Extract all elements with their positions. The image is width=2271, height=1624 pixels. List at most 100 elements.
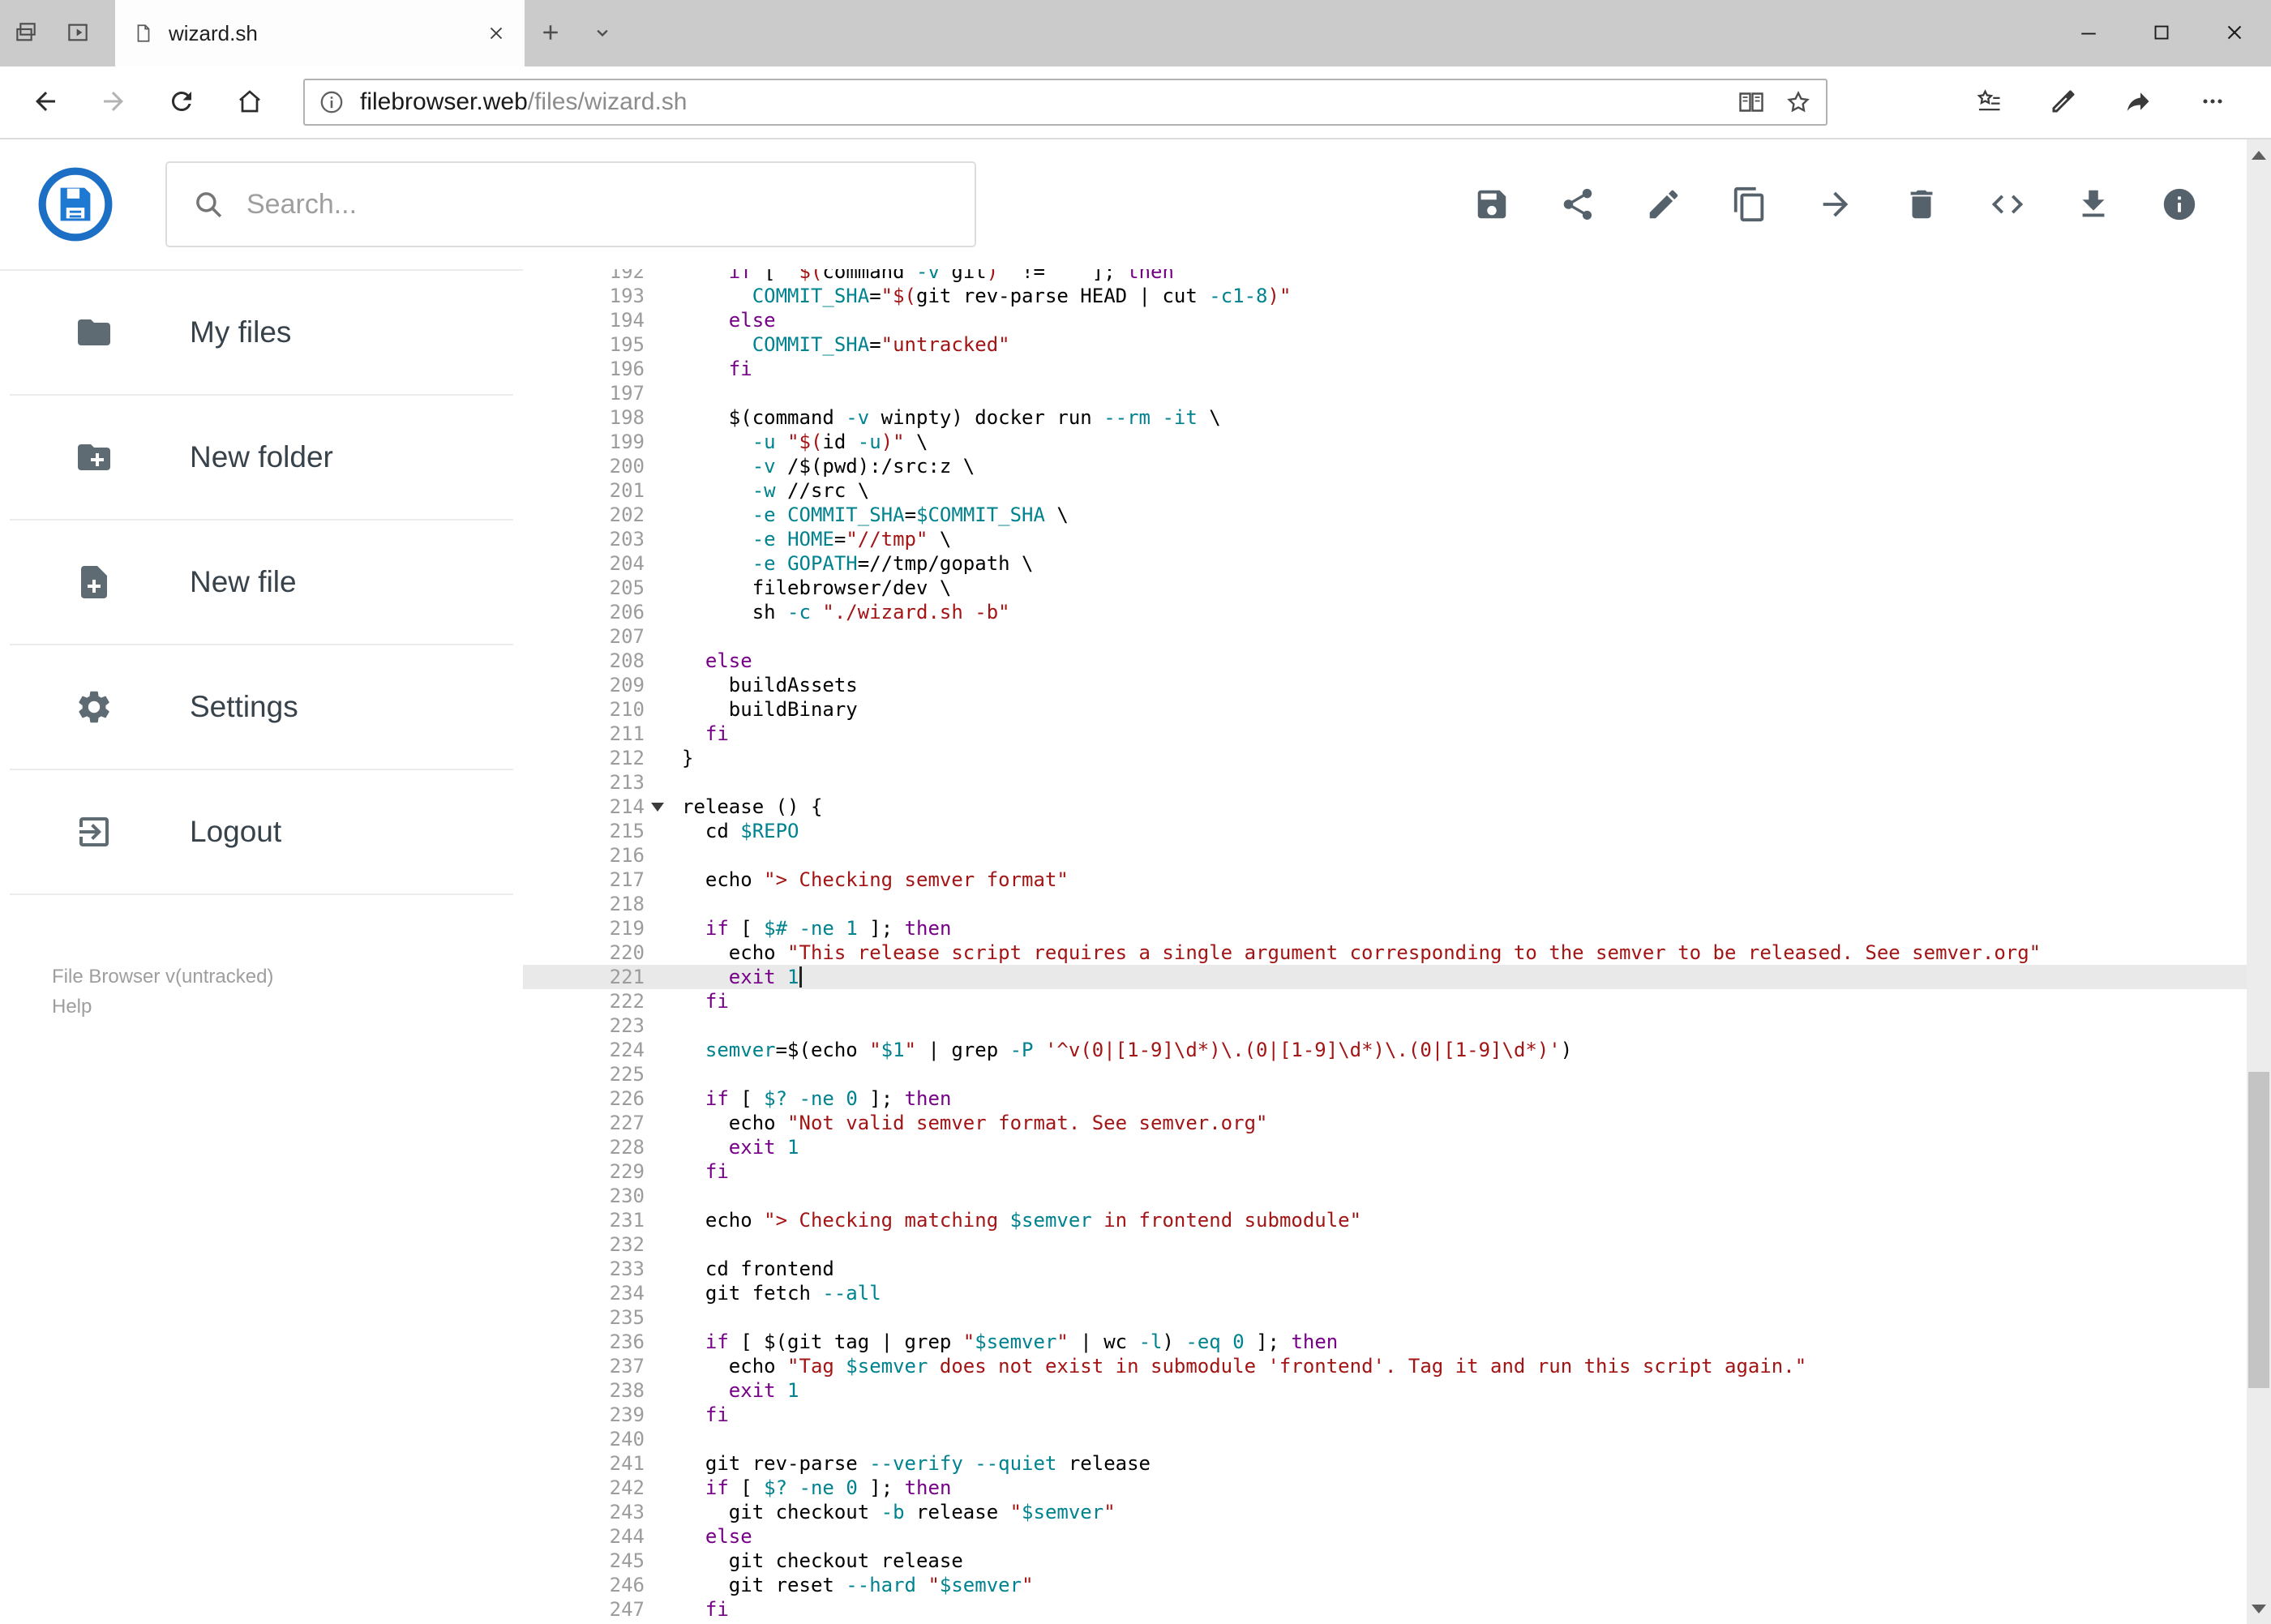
code-line-232[interactable]: 232 [523,1232,2271,1257]
code-line-202[interactable]: 202 -e COMMIT_SHA=$COMMIT_SHA \ [523,503,2271,527]
code-line-223[interactable]: 223 [523,1013,2271,1038]
code-line-221[interactable]: 221 exit 1 [523,965,2271,989]
code-line-224[interactable]: 224 semver=$(echo "$1" | grep -P '^v(0|[… [523,1038,2271,1062]
code-line-227[interactable]: 227 echo "Not valid semver format. See s… [523,1111,2271,1135]
code-line-235[interactable]: 235 [523,1305,2271,1330]
code-line-243[interactable]: 243 git checkout -b release "$semver" [523,1500,2271,1524]
code-line-245[interactable]: 245 git checkout release [523,1549,2271,1573]
code-line-214[interactable]: 214 release () { [523,795,2271,819]
code-line-204[interactable]: 204 -e GOPATH=//tmp/gopath \ [523,551,2271,576]
code-line-212[interactable]: 212} [523,746,2271,770]
code-line-237[interactable]: 237 echo "Tag $semver does not exist in … [523,1354,2271,1378]
fold-marker-icon[interactable] [645,795,671,819]
code-line-196[interactable]: 196 fi [523,357,2271,381]
copy-button[interactable] [1731,186,1768,223]
help-link[interactable]: Help [52,992,523,1022]
more-options-button[interactable] [2175,72,2250,132]
save-button[interactable] [1473,186,1510,223]
code-line-234[interactable]: 234 git fetch --all [523,1281,2271,1305]
code-line-225[interactable]: 225 [523,1062,2271,1086]
code-line-218[interactable]: 218 [523,892,2271,916]
search-input[interactable] [246,188,950,221]
sidebar-item-logout[interactable]: Logout [10,770,513,895]
code-line-199[interactable]: 199 -u "$(id -u)" \ [523,430,2271,454]
code-line-213[interactable]: 213 [523,770,2271,795]
sidebar-item-settings[interactable]: Settings [10,645,513,770]
code-line-205[interactable]: 205 filebrowser/dev \ [523,576,2271,600]
code-line-210[interactable]: 210 buildBinary [523,697,2271,722]
code-line-226[interactable]: 226 if [ $? -ne 0 ]; then [523,1086,2271,1111]
maximize-button[interactable] [2125,0,2198,66]
code-line-209[interactable]: 209 buildAssets [523,673,2271,697]
url-box[interactable]: filebrowser.web/files/wizard.sh [303,79,1828,126]
code-line-222[interactable]: 222 fi [523,989,2271,1013]
sidebar-item-new-folder[interactable]: New folder [10,396,513,521]
code-line-231[interactable]: 231 echo "> Checking matching $semver in… [523,1208,2271,1232]
refresh-button[interactable] [148,72,216,132]
code-line-217[interactable]: 217 echo "> Checking semver format" [523,868,2271,892]
code-line-200[interactable]: 200 -v /$(pwd):/src:z \ [523,454,2271,478]
tab-list-dropdown-button[interactable] [576,0,628,66]
sidebar-item-my-files[interactable]: My files [10,271,513,396]
delete-button[interactable] [1903,186,1940,223]
code-line-239[interactable]: 239 fi [523,1403,2271,1427]
browser-tab-wizard[interactable]: wizard.sh [115,0,525,66]
code-line-195[interactable]: 195 COMMIT_SHA="untracked" [523,332,2271,357]
code-line-228[interactable]: 228 exit 1 [523,1135,2271,1159]
vertical-scrollbar[interactable] [2247,139,2271,1624]
filebrowser-logo[interactable] [36,165,115,244]
code-line-233[interactable]: 233 cd frontend [523,1257,2271,1281]
code-line-240[interactable]: 240 [523,1427,2271,1451]
raw-view-button[interactable] [1989,186,2026,223]
code-line-198[interactable]: 198 $(command -v winpty) docker run --rm… [523,405,2271,430]
move-button[interactable] [1817,186,1854,223]
code-editor[interactable]: 192 if [ "$(command -v git)" != "" ]; th… [523,269,2271,1624]
code-line-197[interactable]: 197 [523,381,2271,405]
download-button[interactable] [2075,186,2112,223]
code-line-230[interactable]: 230 [523,1184,2271,1208]
tab-preview-button[interactable] [0,0,52,66]
scroll-down-button[interactable] [2247,1593,2271,1624]
code-line-203[interactable]: 203 -e HOME="//tmp" \ [523,527,2271,551]
minimize-button[interactable] [2052,0,2125,66]
code-line-236[interactable]: 236 if [ $(git tag | grep "$semver" | wc… [523,1330,2271,1354]
share-button[interactable] [1559,186,1596,223]
code-line-229[interactable]: 229 fi [523,1159,2271,1184]
scrollbar-thumb[interactable] [2248,1072,2269,1388]
code-line-219[interactable]: 219 if [ $# -ne 1 ]; then [523,916,2271,941]
rename-button[interactable] [1645,186,1682,223]
info-button[interactable] [2161,186,2198,223]
set-tabs-aside-button[interactable] [52,0,104,66]
site-info-icon[interactable] [318,88,345,116]
code-line-192[interactable]: 192 if [ "$(command -v git)" != "" ]; th… [523,269,2271,284]
code-line-194[interactable]: 194 else [523,308,2271,332]
code-line-193[interactable]: 193 COMMIT_SHA="$(git rev-parse HEAD | c… [523,284,2271,308]
sidebar-item-new-file[interactable]: New file [10,521,513,645]
tab-close-icon[interactable] [486,23,507,44]
back-button[interactable] [11,72,79,132]
scroll-up-button[interactable] [2247,139,2271,170]
code-line-244[interactable]: 244 else [523,1524,2271,1549]
web-note-button[interactable] [2026,72,2101,132]
close-window-button[interactable] [2198,0,2271,66]
code-line-238[interactable]: 238 exit 1 [523,1378,2271,1403]
favorite-star-icon[interactable] [1784,88,1813,117]
forward-button[interactable] [79,72,148,132]
code-line-206[interactable]: 206 sh -c "./wizard.sh -b" [523,600,2271,624]
code-line-247[interactable]: 247 fi [523,1597,2271,1622]
search-box[interactable] [165,161,976,247]
reading-view-icon[interactable] [1737,88,1766,117]
share-page-button[interactable] [2101,72,2175,132]
code-line-241[interactable]: 241 git rev-parse --verify --quiet relea… [523,1451,2271,1476]
code-line-207[interactable]: 207 [523,624,2271,649]
home-button[interactable] [216,72,284,132]
code-line-242[interactable]: 242 if [ $? -ne 0 ]; then [523,1476,2271,1500]
new-tab-button[interactable] [525,0,576,66]
code-line-220[interactable]: 220 echo "This release script requires a… [523,941,2271,965]
code-line-215[interactable]: 215 cd $REPO [523,819,2271,843]
code-line-208[interactable]: 208 else [523,649,2271,673]
code-line-201[interactable]: 201 -w //src \ [523,478,2271,503]
hub-button[interactable] [1952,72,2026,132]
code-line-246[interactable]: 246 git reset --hard "$semver" [523,1573,2271,1597]
code-line-211[interactable]: 211 fi [523,722,2271,746]
